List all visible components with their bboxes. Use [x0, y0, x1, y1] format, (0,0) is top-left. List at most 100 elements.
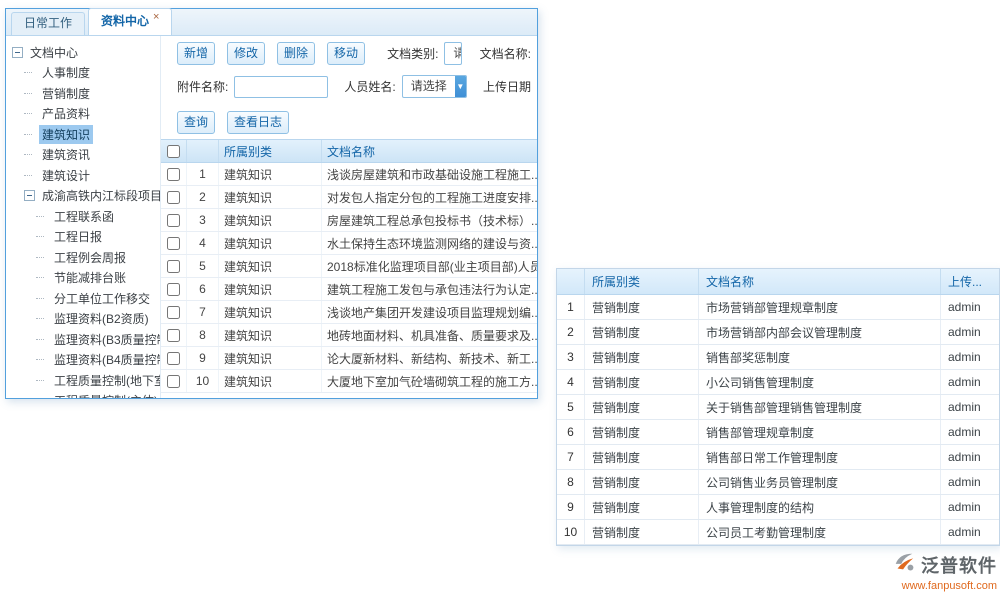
table-row[interactable]: 8 建筑知识 地砖地面材料、机具准备、质量要求及...: [161, 324, 537, 347]
tree-expand-icon[interactable]: [36, 334, 47, 345]
doc-type-select[interactable]: 请选择 ▼: [444, 42, 461, 65]
tree-item-label: 建筑设计: [39, 166, 93, 185]
row-doc-name: 浅谈房屋建筑和市政基础设施工程施工...: [322, 163, 537, 185]
tree-expand-icon[interactable]: [24, 190, 35, 201]
tree-expand-icon[interactable]: [24, 170, 35, 181]
row-number: 1: [187, 163, 219, 185]
tree-expand-icon[interactable]: [36, 293, 47, 304]
tree-expand-icon[interactable]: [12, 47, 23, 58]
main-panel: 新增 修改 删除 移动 文档类别: 请选择 ▼ 文档名称: 附件名称: 人员姓名…: [161, 36, 537, 398]
row-number: 6: [557, 420, 585, 444]
tab-daily-work[interactable]: 日常工作: [11, 12, 85, 35]
tree-item[interactable]: 工程日报: [6, 227, 160, 248]
chevron-down-icon[interactable]: ▼: [455, 76, 466, 97]
tree-expand-icon[interactable]: [24, 149, 35, 160]
row-checkbox[interactable]: [167, 214, 180, 227]
tree-item-label: 工程质量控制(主体): [51, 391, 161, 398]
table-row[interactable]: 5 建筑知识 2018标准化监理项目部(业主项目部)人员...: [161, 255, 537, 278]
tree-item[interactable]: 工程质量控制(主体): [6, 391, 160, 399]
modify-button[interactable]: 修改: [227, 42, 265, 65]
brand-name: 泛普软件: [921, 552, 997, 578]
query-button[interactable]: 查询: [177, 111, 215, 134]
table-row[interactable]: 6 营销制度 销售部管理规章制度 admin: [557, 420, 999, 445]
tree-expand-icon[interactable]: [24, 108, 35, 119]
tree-item[interactable]: 监理资料(B3质量控制): [6, 329, 160, 350]
tree-item[interactable]: 工程联系函: [6, 206, 160, 227]
table-row[interactable]: 10 营销制度 公司员工考勤管理制度 admin: [557, 520, 999, 545]
row-number: 1: [557, 295, 585, 319]
tree-expand-icon[interactable]: [36, 272, 47, 283]
tree-item[interactable]: 建筑知识: [6, 124, 160, 145]
table-row[interactable]: 2 营销制度 市场营销部内部会议管理制度 admin: [557, 320, 999, 345]
row-checkbox[interactable]: [167, 283, 180, 296]
table-row[interactable]: 8 营销制度 公司销售业务员管理制度 admin: [557, 470, 999, 495]
person-name-select[interactable]: 请选择 ▼: [402, 75, 467, 98]
tree-item[interactable]: 营销制度: [6, 83, 160, 104]
tree-item-label: 建筑资讯: [39, 145, 93, 164]
tree-item[interactable]: 人事制度: [6, 63, 160, 84]
row-uploader: admin: [941, 470, 999, 494]
select-all-checkbox[interactable]: [167, 145, 180, 158]
tree-expand-icon[interactable]: [36, 231, 47, 242]
tree-item[interactable]: 工程例会周报: [6, 247, 160, 268]
row-category: 建筑知识: [219, 301, 322, 323]
row-number: 9: [557, 495, 585, 519]
attachment-name-input[interactable]: [234, 76, 328, 98]
row-checkbox[interactable]: [167, 237, 180, 250]
tree-expand-icon[interactable]: [24, 129, 35, 140]
row-checkbox[interactable]: [167, 306, 180, 319]
result-table-header: 所属别类 文档名称 上传...: [557, 269, 999, 295]
tree-expand-icon[interactable]: [24, 67, 35, 78]
table-row[interactable]: 4 营销制度 小公司销售管理制度 admin: [557, 370, 999, 395]
row-checkbox[interactable]: [167, 352, 180, 365]
tree-expand-icon[interactable]: [36, 354, 47, 365]
row-checkbox[interactable]: [167, 375, 180, 388]
row-checkbox[interactable]: [167, 329, 180, 342]
tree-item[interactable]: 监理资料(B2资质): [6, 309, 160, 330]
table-row[interactable]: 6 建筑知识 建筑工程施工发包与承包违法行为认定...: [161, 278, 537, 301]
tab-close-icon[interactable]: ×: [153, 11, 159, 23]
tree-item[interactable]: 建筑资讯: [6, 145, 160, 166]
row-uploader: admin: [941, 320, 999, 344]
table-row[interactable]: 9 建筑知识 论大厦新材料、新结构、新技术、新工...: [161, 347, 537, 370]
delete-button[interactable]: 删除: [277, 42, 315, 65]
move-button[interactable]: 移动: [327, 42, 365, 65]
table-row[interactable]: 3 建筑知识 房屋建筑工程总承包投标书（技术标）...: [161, 209, 537, 232]
table-row[interactable]: 1 营销制度 市场营销部管理规章制度 admin: [557, 295, 999, 320]
tree-item[interactable]: 文档中心: [6, 42, 160, 63]
tree-item[interactable]: 成渝高铁内江标段项目: [6, 186, 160, 207]
table-row[interactable]: 7 营销制度 销售部日常工作管理制度 admin: [557, 445, 999, 470]
tab-data-center[interactable]: 资料中心×: [88, 8, 172, 35]
tree-item[interactable]: 分工单位工作移交: [6, 288, 160, 309]
view-log-button[interactable]: 查看日志: [227, 111, 289, 134]
table-row[interactable]: 3 营销制度 销售部奖惩制度 admin: [557, 345, 999, 370]
tree-expand-icon[interactable]: [36, 211, 47, 222]
row-number: 3: [557, 345, 585, 369]
tree-item[interactable]: 产品资料: [6, 104, 160, 125]
table-row[interactable]: 1 建筑知识 浅谈房屋建筑和市政基础设施工程施工...: [161, 163, 537, 186]
tree-expand-icon[interactable]: [24, 88, 35, 99]
tree-expand-icon[interactable]: [36, 252, 47, 263]
category-column-header: 所属别类: [585, 269, 699, 294]
add-button[interactable]: 新增: [177, 42, 215, 65]
tree-item[interactable]: 监理资料(B4质量控制): [6, 350, 160, 371]
tree-expand-icon[interactable]: [36, 375, 47, 386]
row-doc-name: 地砖地面材料、机具准备、质量要求及...: [322, 324, 537, 346]
table-row[interactable]: 10 建筑知识 大厦地下室加气砼墙砌筑工程的施工方...: [161, 370, 537, 393]
row-checkbox[interactable]: [167, 191, 180, 204]
table-row[interactable]: 4 建筑知识 水土保持生态环境监测网络的建设与资...: [161, 232, 537, 255]
table-row[interactable]: 7 建筑知识 浅谈地产集团开发建设项目监理规划编...: [161, 301, 537, 324]
row-number: 8: [187, 324, 219, 346]
row-checkbox[interactable]: [167, 260, 180, 273]
tree-expand-icon[interactable]: [36, 313, 47, 324]
tree-item-label: 人事制度: [39, 63, 93, 82]
tree-item[interactable]: 建筑设计: [6, 165, 160, 186]
table-row[interactable]: 9 营销制度 人事管理制度的结构 admin: [557, 495, 999, 520]
tree-item[interactable]: 节能减排台账: [6, 268, 160, 289]
table-row[interactable]: 2 建筑知识 对发包人指定分包的工程施工进度安排...: [161, 186, 537, 209]
row-checkbox[interactable]: [167, 168, 180, 181]
table-row[interactable]: 5 营销制度 关于销售部管理销售管理制度 admin: [557, 395, 999, 420]
tree-expand-icon[interactable]: [36, 395, 47, 398]
tree-item[interactable]: 工程质量控制(地下室): [6, 370, 160, 391]
row-number: 7: [187, 301, 219, 323]
